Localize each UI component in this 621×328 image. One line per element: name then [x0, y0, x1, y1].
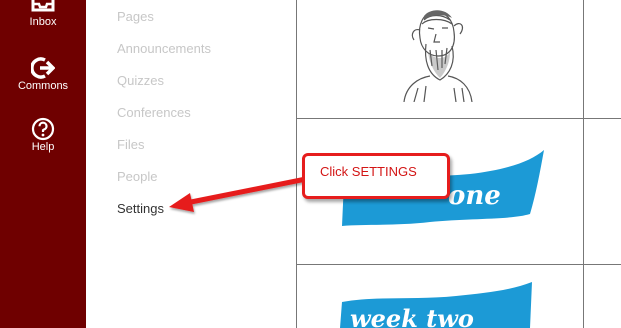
- commons-icon: [31, 57, 55, 79]
- grid-divider: [296, 0, 297, 328]
- course-nav-people[interactable]: People: [117, 169, 157, 185]
- global-nav-help-label: Help: [31, 141, 55, 153]
- course-nav-settings[interactable]: Settings: [117, 201, 164, 217]
- annotation-text: Click SETTINGS: [320, 164, 417, 179]
- grid-divider: [296, 264, 621, 265]
- global-nav-inbox[interactable]: Inbox: [0, 0, 86, 28]
- course-nav-conferences[interactable]: Conferences: [117, 105, 191, 121]
- banner-two-text: week two: [350, 304, 474, 328]
- portrait-image: [403, 10, 473, 102]
- global-nav: Inbox Commons Help: [0, 0, 86, 328]
- course-nav-quizzes[interactable]: Quizzes: [117, 73, 164, 89]
- course-nav-announcements[interactable]: Announcements: [117, 41, 211, 57]
- help-icon: [31, 117, 55, 141]
- module-banner-week-two[interactable]: week two: [336, 282, 536, 328]
- grid-divider: [296, 118, 621, 119]
- global-nav-help[interactable]: Help: [0, 117, 86, 153]
- annotation-callout: Click SETTINGS: [302, 153, 450, 199]
- course-nav: Pages Announcements Quizzes Conferences …: [117, 0, 287, 328]
- banner-one-text: one: [448, 181, 501, 211]
- global-nav-commons[interactable]: Commons: [0, 56, 86, 92]
- grid-divider: [583, 0, 584, 328]
- global-nav-commons-label: Commons: [17, 80, 69, 92]
- global-nav-inbox-label: Inbox: [29, 16, 57, 28]
- course-nav-files[interactable]: Files: [117, 137, 144, 153]
- inbox-icon: [31, 0, 55, 12]
- course-nav-pages[interactable]: Pages: [117, 9, 154, 25]
